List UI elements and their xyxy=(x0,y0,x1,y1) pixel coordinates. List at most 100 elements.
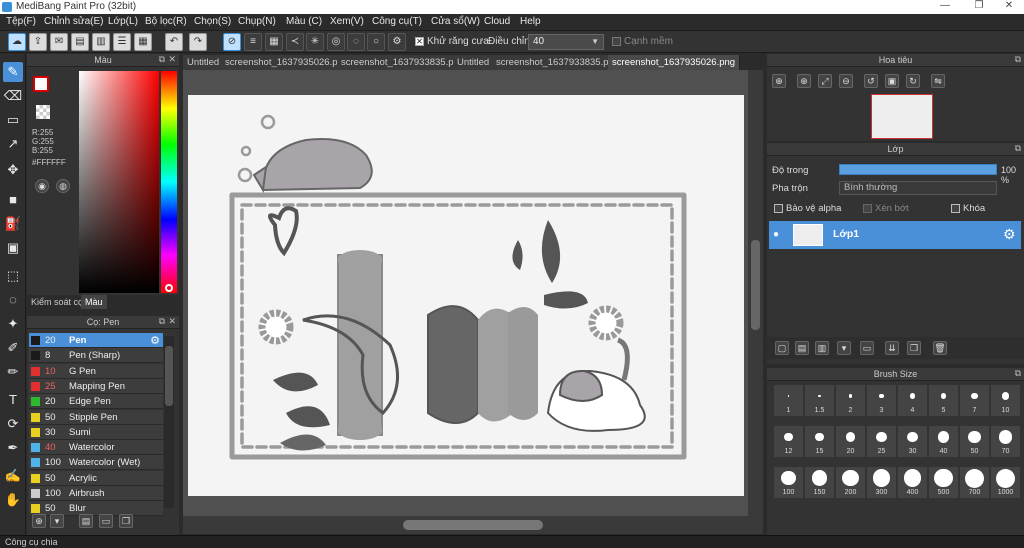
saturation-value-field[interactable] xyxy=(79,71,159,293)
add-brush-icon[interactable]: ⊕ xyxy=(32,514,46,528)
brush-size-option[interactable]: 70 xyxy=(991,426,1020,457)
new-halftone-icon[interactable]: ▥ xyxy=(815,341,829,355)
eyedropper-tool-icon[interactable]: ✒ xyxy=(3,438,23,458)
close-icon[interactable]: ✕ xyxy=(168,316,176,327)
brush-item[interactable]: 100 Watercolor (Wet) xyxy=(29,455,163,471)
lock-checkbox[interactable] xyxy=(951,204,960,213)
zoom-in-icon[interactable]: ⊕ xyxy=(772,74,786,88)
close-icon[interactable]: ✕ xyxy=(168,54,176,65)
brush-size-option[interactable]: 20 xyxy=(836,426,865,457)
eraser-tool-icon[interactable]: ⌫ xyxy=(3,86,23,106)
navigator-thumbnail[interactable] xyxy=(871,94,933,139)
rotate-left-icon[interactable]: ↺ xyxy=(864,74,878,88)
brush-size-option[interactable]: 10 xyxy=(991,385,1020,416)
split-tool-icon[interactable]: ⟳ xyxy=(3,414,23,434)
dot-pen-icon[interactable]: ↗ xyxy=(3,134,23,154)
tab-screenshot[interactable]: screenshot_1637933835.png xyxy=(337,55,470,70)
radial-snap-icon[interactable]: ✳ xyxy=(306,33,324,51)
vanish-snap-icon[interactable]: ≺ xyxy=(286,33,304,51)
new-layer-icon[interactable]: ▢ xyxy=(775,341,789,355)
brush-size-option[interactable]: 30 xyxy=(898,426,927,457)
brush-size-option[interactable]: 1 xyxy=(774,385,803,416)
brush-item[interactable]: 100 Airbrush xyxy=(29,486,163,501)
new-layer-menu-icon[interactable]: ▤ xyxy=(795,341,809,355)
merge-down-icon[interactable]: ⇊ xyxy=(885,341,899,355)
concentric-snap-icon[interactable]: ◎ xyxy=(327,33,345,51)
menu-file[interactable]: Tệp(F) xyxy=(6,16,36,27)
scroll-thumb[interactable] xyxy=(403,520,543,530)
brush-size-option[interactable]: 400 xyxy=(898,467,927,498)
settings-snap-icon[interactable]: ⚙ xyxy=(388,33,406,51)
move-tool-icon[interactable]: ✥ xyxy=(3,160,23,180)
tab-screenshot[interactable]: screenshot_1637935026.png xyxy=(221,55,354,70)
brush-size-option[interactable]: 100 xyxy=(774,467,803,498)
blend-mode-select[interactable]: Bình thường xyxy=(839,181,997,195)
brush-item[interactable]: 50 Blur xyxy=(29,501,163,517)
brush-tool-icon[interactable]: ✎ xyxy=(3,62,23,82)
popout-icon[interactable]: ⧉ xyxy=(159,54,165,65)
brush-size-option[interactable]: 150 xyxy=(805,467,834,498)
select-rect-icon[interactable]: ⬚ xyxy=(3,266,23,286)
scroll-thumb[interactable] xyxy=(165,346,173,406)
copy-brush-icon[interactable]: ❐ xyxy=(119,514,133,528)
drawing-canvas[interactable] xyxy=(188,95,744,496)
gear-icon[interactable]: ⚙ xyxy=(1003,226,1016,243)
menu-layer[interactable]: Lớp(L) xyxy=(108,16,138,27)
close-button[interactable]: ✕ xyxy=(994,0,1024,11)
lasso-tool-icon[interactable]: ◌ xyxy=(3,290,23,310)
brush-size-option[interactable]: 700 xyxy=(960,467,989,498)
eye-icon[interactable]: ● xyxy=(773,229,779,240)
transparent-color-swatch[interactable] xyxy=(36,105,50,119)
brush-item[interactable]: 30 Sumi xyxy=(29,424,163,440)
menu-window[interactable]: Cửa sổ(W) xyxy=(431,16,480,27)
brush-item[interactable]: 50 Stipple Pen xyxy=(29,409,163,425)
brush-size-option[interactable]: 7 xyxy=(960,385,989,416)
gear-icon[interactable]: ⚙ xyxy=(150,334,160,347)
snap-off-icon[interactable]: ⊘ xyxy=(223,33,241,51)
chat-icon[interactable]: ✉ xyxy=(50,33,68,51)
brush-size-option[interactable]: 500 xyxy=(929,467,958,498)
redo-icon[interactable]: ↷ xyxy=(189,33,207,51)
hue-handle[interactable] xyxy=(165,284,173,292)
text-tool-icon[interactable]: T xyxy=(3,390,23,410)
ellipse-snap-icon[interactable]: ◌ xyxy=(347,33,365,51)
brush-item[interactable]: 40 Watercolor xyxy=(29,440,163,456)
opacity-slider[interactable] xyxy=(839,164,997,175)
brush-menu-icon[interactable]: ▾ xyxy=(50,514,64,528)
canvas-area[interactable] xyxy=(183,70,763,516)
palette-icon[interactable]: ◉ xyxy=(35,179,49,193)
tab-screenshot[interactable]: screenshot_1637933835.png xyxy=(492,55,625,70)
brush-size-option[interactable]: 25 xyxy=(867,426,896,457)
popout-icon[interactable]: ⧉ xyxy=(1015,368,1021,379)
brush-size-option[interactable]: 40 xyxy=(929,426,958,457)
zoom-out-icon[interactable]: ⊖ xyxy=(839,74,853,88)
parallel-snap-icon[interactable]: ≡ xyxy=(244,33,262,51)
menu-color[interactable]: Màu (C) xyxy=(286,16,322,27)
brush-size-option[interactable]: 200 xyxy=(836,467,865,498)
scroll-thumb[interactable] xyxy=(751,240,760,330)
popout-icon[interactable]: ⧉ xyxy=(1015,143,1021,154)
tab-untitled[interactable]: Untitled xyxy=(453,55,495,70)
pen-operation-icon[interactable]: ✍ xyxy=(3,466,23,486)
curve-snap-icon[interactable]: ○ xyxy=(367,33,385,51)
brush-size-option[interactable]: 3 xyxy=(867,385,896,416)
delete-layer-icon[interactable]: 🗑 xyxy=(933,341,947,355)
reset-view-icon[interactable]: ▣ xyxy=(885,74,899,88)
soft-edge-checkbox[interactable] xyxy=(612,37,621,46)
clip-checkbox[interactable] xyxy=(863,204,872,213)
brush-item[interactable]: 20 Edge Pen xyxy=(29,394,163,410)
undo-icon[interactable]: ↶ xyxy=(165,33,183,51)
popout-icon[interactable]: ⧉ xyxy=(159,316,165,327)
brush-size-option[interactable]: 1000 xyxy=(991,467,1020,498)
minimize-button[interactable]: — xyxy=(930,0,960,11)
menu-help[interactable]: Help xyxy=(520,16,541,27)
rectangle-tool-icon[interactable]: ▭ xyxy=(3,110,23,130)
protect-alpha-checkbox[interactable] xyxy=(774,204,783,213)
brush-size-option[interactable]: 300 xyxy=(867,467,896,498)
bucket-tool-icon[interactable]: ⛽ xyxy=(3,214,23,234)
grid-snap-icon[interactable]: ▦ xyxy=(265,33,283,51)
brush-item[interactable]: 20 Pen ⚙ xyxy=(29,333,163,348)
palette-settings-icon[interactable]: ◍ xyxy=(56,179,70,193)
hue-slider[interactable] xyxy=(161,71,177,293)
hand-tool-icon[interactable]: ✋ xyxy=(3,490,23,510)
